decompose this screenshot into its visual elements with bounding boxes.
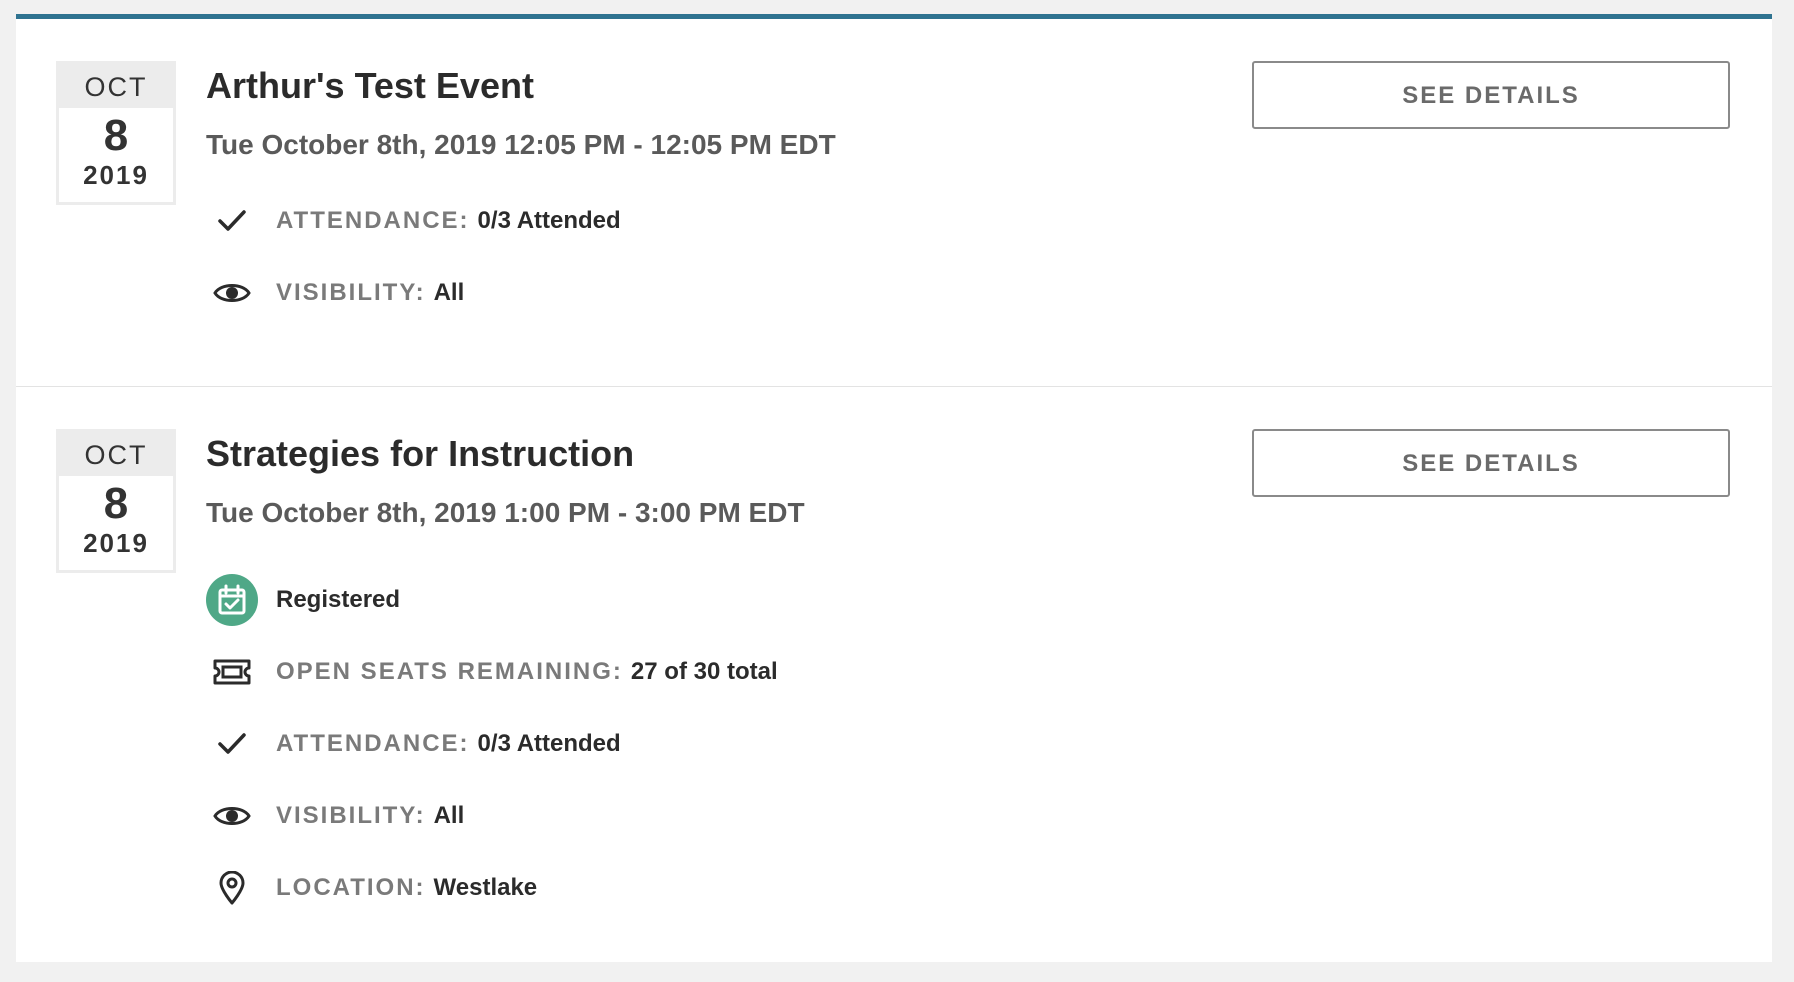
location-value: Westlake (433, 874, 538, 901)
open-seats-label: OPEN SEATS REMAINING: (276, 658, 623, 685)
attendance-value: 0/3 Attended (477, 730, 621, 757)
see-details-button[interactable]: SEE DETAILS (1252, 429, 1730, 497)
event-card: OCT 8 2019 Strategies for Instruction Tu… (16, 387, 1772, 961)
event-datetime: Tue October 8th, 2019 12:05 PM - 12:05 P… (206, 129, 836, 160)
open-seats-row: OPEN SEATS REMAINING: 27 of 30 total (206, 648, 778, 696)
see-details-button[interactable]: SEE DETAILS (1252, 61, 1730, 129)
event-title: Arthur's Test Event (206, 65, 534, 106)
events-panel: OCT 8 2019 Arthur's Test Event Tue Octob… (16, 14, 1772, 962)
attendance-row: ATTENDANCE: 0/3 Attended (206, 720, 621, 768)
date-month: OCT (59, 64, 173, 108)
date-year: 2019 (83, 160, 149, 190)
date-day: 8 (103, 111, 129, 160)
eye-icon (206, 269, 258, 317)
date-badge: OCT 8 2019 (56, 429, 176, 573)
attendance-label: ATTENDANCE: (276, 207, 470, 234)
attendance-label: ATTENDANCE: (276, 730, 470, 757)
visibility-row: VISIBILITY: All (206, 792, 464, 840)
registered-status: Registered (276, 586, 401, 613)
check-icon (206, 197, 258, 245)
date-badge: OCT 8 2019 (56, 61, 176, 205)
registered-row: Registered (206, 574, 401, 626)
location-row: LOCATION: Westlake (206, 864, 537, 912)
visibility-value: All (433, 279, 465, 306)
event-title: Strategies for Instruction (206, 433, 635, 474)
event-card: OCT 8 2019 Arthur's Test Event Tue Octob… (16, 19, 1772, 387)
map-pin-icon (206, 864, 258, 912)
visibility-label: VISIBILITY: (276, 279, 426, 306)
open-seats-value: 27 of 30 total (630, 658, 778, 685)
date-day: 8 (103, 479, 129, 528)
attendance-value: 0/3 Attended (477, 207, 621, 234)
attendance-row: ATTENDANCE: 0/3 Attended (206, 197, 621, 245)
visibility-label: VISIBILITY: (276, 802, 426, 829)
ticket-icon (206, 648, 258, 696)
visibility-value: All (433, 802, 465, 829)
date-month: OCT (59, 432, 173, 476)
check-icon (206, 720, 258, 768)
eye-icon (206, 792, 258, 840)
date-year: 2019 (83, 528, 149, 558)
visibility-row: VISIBILITY: All (206, 269, 464, 317)
event-datetime: Tue October 8th, 2019 1:00 PM - 3:00 PM … (206, 497, 805, 528)
location-label: LOCATION: (276, 874, 426, 901)
calendar-check-icon (206, 574, 258, 626)
